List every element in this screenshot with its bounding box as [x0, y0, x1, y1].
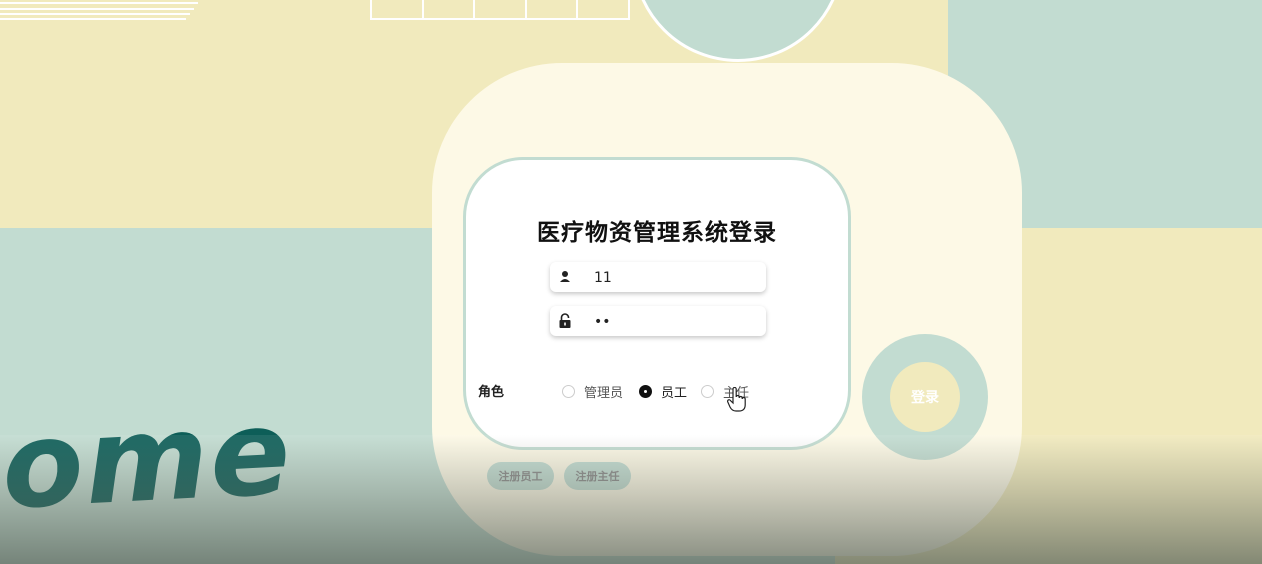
password-field[interactable] [550, 306, 766, 336]
login-button[interactable]: 登录 [890, 362, 960, 432]
radio-circle[interactable] [701, 385, 714, 398]
username-input[interactable] [592, 266, 756, 290]
decorative-lines [0, 0, 200, 22]
role-radio-admin[interactable]: 管理员 [562, 382, 623, 401]
radio-circle[interactable] [562, 385, 575, 398]
decorative-grid [370, 0, 630, 20]
role-option-label: 员工 [661, 386, 688, 401]
register-employee-button[interactable]: 注册员工 [487, 462, 554, 490]
radio-circle-checked[interactable] [639, 385, 652, 398]
role-radio-employee[interactable]: 员工 [639, 382, 687, 401]
role-label: 角色 [478, 385, 505, 400]
username-field[interactable] [550, 262, 766, 292]
hand-pointer-icon [727, 386, 747, 413]
page-title: 医疗物资管理系统登录 [537, 220, 777, 246]
lock-icon [558, 313, 572, 329]
register-director-button[interactable]: 注册主任 [564, 462, 631, 490]
password-input[interactable] [592, 310, 756, 334]
role-option-label: 管理员 [584, 386, 624, 401]
user-icon [558, 269, 572, 285]
login-form-card [463, 157, 851, 450]
welcome-text: come [0, 382, 296, 540]
